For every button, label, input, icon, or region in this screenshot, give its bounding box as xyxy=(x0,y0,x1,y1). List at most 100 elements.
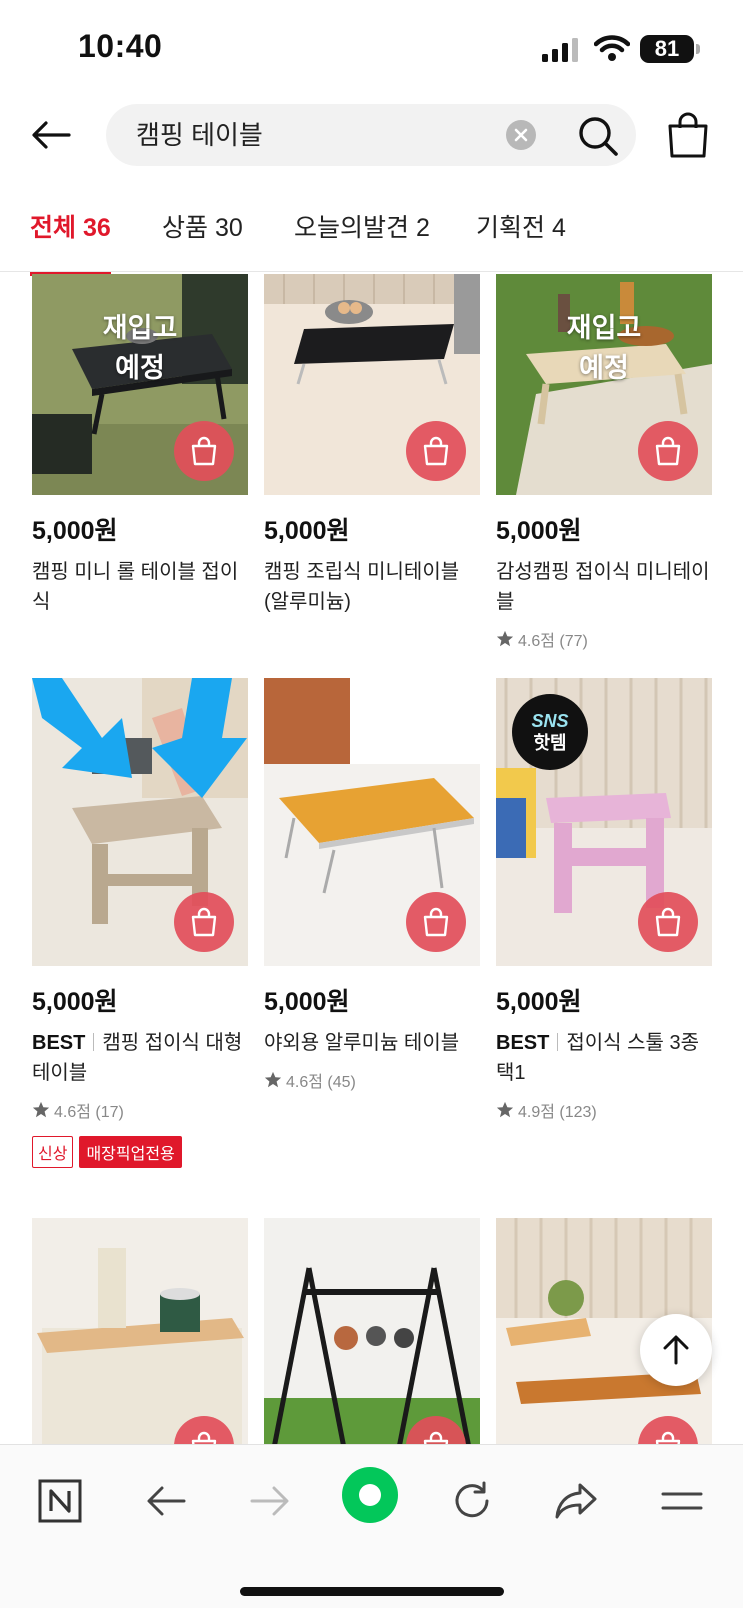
product-price: 5,000원 xyxy=(496,517,582,545)
product-card[interactable] xyxy=(264,1218,480,1444)
tab-today-discovery[interactable]: 오늘의발견 2 xyxy=(294,208,430,268)
product-image[interactable]: 재입고 예정 xyxy=(32,274,248,495)
product-image[interactable] xyxy=(32,1218,248,1444)
scroll-to-top-button[interactable] xyxy=(640,1314,712,1386)
product-name[interactable]: 야외용 알루미늄 테이블 xyxy=(264,1028,480,1058)
arrow-up-icon xyxy=(663,1335,689,1365)
share-button[interactable] xyxy=(548,1473,604,1529)
refresh-icon xyxy=(455,1481,489,1518)
storage-box-table-photo xyxy=(32,1218,248,1444)
restock-overlay: 재입고 예정 xyxy=(32,308,248,388)
product-card[interactable]: SNS 핫템 5,000원 BEST 접이식 스툴 3종 택1 4.9점 (123… xyxy=(496,678,712,1122)
product-card[interactable]: 5,000원 캠핑 조립식 미니테이블(알루미늄) xyxy=(264,274,480,617)
menu-button[interactable] xyxy=(654,1473,710,1529)
product-image[interactable] xyxy=(264,274,480,495)
sns-text: SNS xyxy=(531,711,569,731)
star-icon xyxy=(496,1101,514,1118)
browser-forward-button[interactable] xyxy=(242,1473,298,1529)
new-badge: 신상 xyxy=(32,1136,74,1168)
shopping-bag-icon[interactable] xyxy=(666,112,710,158)
divider xyxy=(93,1033,95,1051)
share-icon xyxy=(555,1483,597,1519)
clear-search-button[interactable] xyxy=(506,120,536,150)
green-dot-icon xyxy=(342,1467,398,1523)
hanging-rack-photo xyxy=(264,1218,480,1444)
close-icon xyxy=(514,128,528,142)
restock-text: 재입고 xyxy=(566,313,642,343)
browser-back-button[interactable] xyxy=(138,1473,194,1529)
add-to-cart-button[interactable] xyxy=(638,421,698,481)
product-image[interactable]: 재입고 예정 xyxy=(496,274,712,495)
rating-text: 4.6점 (45) xyxy=(286,1074,356,1091)
shopping-bag-icon xyxy=(191,436,217,466)
product-name[interactable]: 캠핑 조립식 미니테이블(알루미늄) xyxy=(264,557,480,617)
back-button[interactable] xyxy=(26,110,76,160)
product-name[interactable]: 캠핑 미니 롤 테이블 접이식 xyxy=(32,557,248,617)
search-header: 캠핑 테이블 xyxy=(0,100,743,170)
shopping-bag-icon xyxy=(655,907,681,937)
product-price: 5,000원 xyxy=(32,988,118,1016)
shopping-bag-icon xyxy=(191,907,217,937)
product-name[interactable]: 감성캠핑 접이식 미니테이블 xyxy=(496,557,712,617)
shopping-bag-icon xyxy=(655,1431,681,1444)
shopping-bag-icon xyxy=(423,907,449,937)
rating-text: 4.9점 (123) xyxy=(518,1104,597,1121)
product-image[interactable] xyxy=(264,1218,480,1444)
product-card[interactable] xyxy=(32,1218,248,1444)
product-rating: 4.6점 (17) xyxy=(32,1098,248,1122)
restock-text-2: 예정 xyxy=(115,353,165,383)
product-grid: 재입고 예정 5,000원 캠핑 미니 롤 테이블 접이식 5,000원 캠핑 … xyxy=(0,274,743,1444)
star-icon xyxy=(496,630,514,647)
shopping-bag-icon xyxy=(191,1431,217,1444)
tab-all[interactable]: 전체 36 xyxy=(30,208,111,276)
search-input[interactable]: 캠핑 테이블 xyxy=(136,104,263,166)
restock-overlay: 재입고 예정 xyxy=(496,308,712,388)
add-to-cart-button[interactable] xyxy=(406,421,466,481)
add-to-cart-button[interactable] xyxy=(174,421,234,481)
add-to-cart-button[interactable] xyxy=(638,892,698,952)
tab-products[interactable]: 상품 30 xyxy=(162,208,243,268)
product-image[interactable] xyxy=(264,678,480,966)
arrow-right-icon xyxy=(250,1486,289,1516)
cellular-signal-icon xyxy=(542,38,578,62)
product-image[interactable]: SNS 핫템 xyxy=(496,678,712,966)
battery-indicator: 81 xyxy=(640,35,700,63)
browser-toolbar xyxy=(0,1444,743,1608)
product-price: 5,000원 xyxy=(496,988,582,1016)
arrow-left-icon xyxy=(32,121,71,149)
divider xyxy=(557,1033,559,1051)
shopping-bag-icon xyxy=(655,436,681,466)
result-tabs: 전체 36 상품 30 오늘의발견 2 기획전 4 xyxy=(0,196,743,276)
product-card[interactable]: 재입고 예정 5,000원 감성캠핑 접이식 미니테이블 4.6점 (77) xyxy=(496,274,712,651)
product-card[interactable]: 5,000원 야외용 알루미늄 테이블 4.6점 (45) xyxy=(264,678,480,1092)
product-badges: 신상 매장픽업전용 xyxy=(32,1136,248,1168)
product-price: 5,000원 xyxy=(264,517,350,545)
hot-item-text: 핫템 xyxy=(533,733,567,753)
shopping-bag-icon xyxy=(423,1431,449,1444)
search-bar[interactable]: 캠핑 테이블 xyxy=(106,104,636,166)
star-icon xyxy=(32,1101,50,1118)
add-to-cart-button[interactable] xyxy=(174,892,234,952)
status-bar: 10:40 81 xyxy=(0,0,743,96)
tab-exhibitions[interactable]: 기획전 4 xyxy=(476,208,566,268)
product-card[interactable]: 재입고 예정 5,000원 캠핑 미니 롤 테이블 접이식 xyxy=(32,274,248,617)
naver-home-button[interactable] xyxy=(32,1473,88,1529)
naver-green-dot-button[interactable] xyxy=(340,1465,400,1525)
rating-text: 4.6점 (17) xyxy=(54,1104,124,1121)
status-time: 10:40 xyxy=(78,28,163,64)
search-icon[interactable] xyxy=(576,114,620,158)
naver-n-icon xyxy=(38,1479,82,1523)
rating-text: 4.6점 (77) xyxy=(518,633,588,650)
product-image[interactable] xyxy=(32,678,248,966)
product-card[interactable]: 5,000원 BEST 캠핑 접이식 대형 테이블 4.6점 (17) 신상 매장… xyxy=(32,678,248,1168)
product-name[interactable]: BEST 접이식 스툴 3종 택1 xyxy=(496,1028,712,1088)
product-name[interactable]: BEST 캠핑 접이식 대형 테이블 xyxy=(32,1028,248,1088)
store-pickup-badge: 매장픽업전용 xyxy=(79,1136,182,1168)
add-to-cart-button[interactable] xyxy=(406,892,466,952)
product-rating: 4.6점 (77) xyxy=(496,627,712,651)
product-rating: 4.6점 (45) xyxy=(264,1068,480,1092)
home-indicator xyxy=(240,1587,504,1596)
best-label: BEST xyxy=(496,1032,550,1054)
refresh-button[interactable] xyxy=(444,1473,500,1529)
star-icon xyxy=(264,1071,282,1088)
